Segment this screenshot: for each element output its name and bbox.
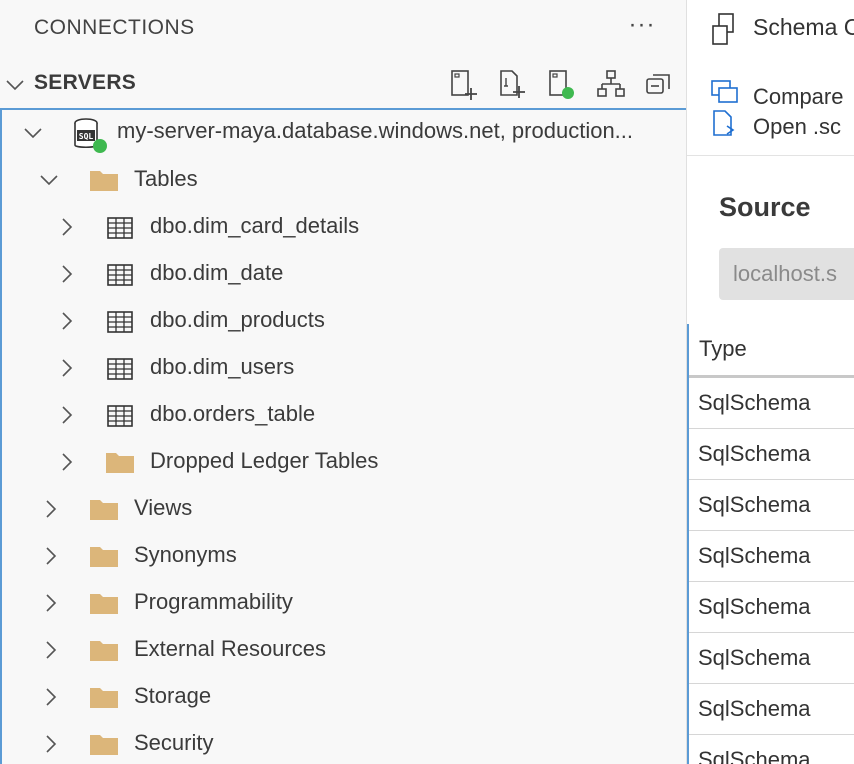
external-resources-folder-node[interactable]: External Resources <box>2 627 686 674</box>
source-field[interactable]: localhost.s <box>719 248 854 300</box>
synonyms-folder-node[interactable]: Synonyms <box>2 533 686 580</box>
servers-section-header[interactable]: SERVERS <box>0 60 686 108</box>
table-node[interactable]: dbo.dim_card_details <box>2 204 686 251</box>
results-grid: Type SqlSchema SqlSchema SqlSchema SqlSc… <box>687 324 854 764</box>
server-name: my-server-maya.database.windows.net, pro… <box>117 118 634 143</box>
table-row[interactable]: SqlSchema <box>689 582 854 633</box>
folder-icon <box>90 547 118 567</box>
chevron-right-icon <box>46 500 57 518</box>
chevron-right-icon <box>62 359 73 377</box>
folder-icon <box>90 688 118 708</box>
table-node[interactable]: dbo.dim_users <box>2 345 686 392</box>
dropped-ledger-tables-label: Dropped Ledger Tables <box>150 448 379 473</box>
dropped-ledger-tables-node[interactable]: Dropped Ledger Tables <box>2 439 686 486</box>
connections-sidebar: CONNECTIONS ··· SERVERS SQL my-server-ma… <box>0 0 686 764</box>
table-row[interactable]: SqlSchema <box>689 480 854 531</box>
compare-button[interactable]: Compare <box>753 84 843 110</box>
table-label: dbo.dim_users <box>150 354 295 379</box>
folder-icon <box>106 453 134 473</box>
table-row[interactable]: SqlSchema <box>689 633 854 684</box>
type-column-header: Type <box>699 336 747 361</box>
table-icon <box>107 264 133 286</box>
type-cell: SqlSchema <box>698 594 811 619</box>
table-label: dbo.dim_card_details <box>150 213 360 238</box>
table-label: dbo.dim_date <box>150 260 284 285</box>
table-icon <box>107 358 133 380</box>
server-node[interactable]: SQL my-server-maya.database.windows.net,… <box>2 110 686 157</box>
new-connection-icon[interactable] <box>447 68 479 100</box>
table-icon <box>107 405 133 427</box>
folder-label: Storage <box>134 683 212 708</box>
table-row[interactable]: SqlSchema <box>689 684 854 735</box>
type-cell: SqlSchema <box>698 441 811 466</box>
chevron-right-icon <box>62 406 73 424</box>
grid-header[interactable]: Type <box>689 324 854 378</box>
table-row[interactable]: SqlSchema <box>689 378 854 429</box>
group-icon[interactable] <box>595 68 627 100</box>
chevron-right-icon <box>46 735 57 753</box>
chevron-down-icon <box>40 175 58 186</box>
chevron-right-icon <box>62 312 73 330</box>
type-cell: SqlSchema <box>698 747 811 764</box>
chevron-right-icon <box>46 688 57 706</box>
folder-label: Security <box>134 730 214 755</box>
source-label: Source <box>719 192 811 222</box>
security-folder-node[interactable]: Security <box>2 721 686 764</box>
folder-icon <box>90 735 118 755</box>
storage-folder-node[interactable]: Storage <box>2 674 686 721</box>
programmability-folder-node[interactable]: Programmability <box>2 580 686 627</box>
chevron-right-icon <box>62 265 73 283</box>
table-row[interactable]: SqlSchema <box>689 429 854 480</box>
folder-icon <box>90 594 118 614</box>
chevron-right-icon <box>46 641 57 659</box>
tables-folder-label: Tables <box>134 166 198 191</box>
table-label: dbo.orders_table <box>150 401 316 426</box>
collapse-all-icon[interactable] <box>643 68 675 100</box>
type-cell: SqlSchema <box>698 492 811 517</box>
tables-folder-node[interactable]: Tables <box>2 157 686 204</box>
toolbar-divider <box>687 155 854 156</box>
type-cell: SqlSchema <box>698 645 811 670</box>
server-tree: SQL my-server-maya.database.windows.net,… <box>0 108 686 764</box>
table-node[interactable]: dbo.dim_products <box>2 298 686 345</box>
more-actions-button[interactable]: ··· <box>622 10 662 44</box>
svg-text:SQL: SQL <box>79 132 94 141</box>
chevron-right-icon <box>46 547 57 565</box>
chevron-right-icon <box>46 594 57 612</box>
folder-label: Views <box>134 495 193 520</box>
folder-icon <box>90 500 118 520</box>
open-scmp-icon[interactable] <box>709 108 741 138</box>
table-icon <box>107 311 133 333</box>
table-icon <box>107 217 133 239</box>
sql-server-icon: SQL <box>74 118 107 153</box>
chevron-down-icon <box>24 128 42 139</box>
type-cell: SqlSchema <box>698 543 811 568</box>
type-cell: SqlSchema <box>698 696 811 721</box>
schema-compare-title: Schema C <box>753 14 854 40</box>
table-node[interactable]: dbo.orders_table <box>2 392 686 439</box>
folder-icon <box>90 171 118 191</box>
type-cell: SqlSchema <box>698 390 811 415</box>
folder-label: Synonyms <box>134 542 237 567</box>
schema-compare-icon <box>712 13 734 45</box>
table-label: dbo.dim_products <box>150 307 325 332</box>
chevron-right-icon <box>62 218 73 236</box>
active-connections-icon[interactable] <box>545 68 577 100</box>
folder-label: Programmability <box>134 589 293 614</box>
schema-compare-panel: Schema C Compare Open .sc Source localho… <box>686 0 854 764</box>
folder-label: External Resources <box>134 636 326 661</box>
connections-header: CONNECTIONS ··· <box>0 0 686 56</box>
connections-title: CONNECTIONS <box>34 16 195 39</box>
chevron-right-icon <box>62 453 73 471</box>
views-folder-node[interactable]: Views <box>2 486 686 533</box>
compare-icon[interactable] <box>709 78 741 108</box>
servers-title: SERVERS <box>34 71 137 94</box>
folder-icon <box>90 641 118 661</box>
new-query-icon[interactable] <box>496 68 528 100</box>
chevron-down-icon <box>6 80 24 91</box>
table-row[interactable]: SqlSchema <box>689 531 854 582</box>
table-node[interactable]: dbo.dim_date <box>2 251 686 298</box>
table-row[interactable]: SqlSchema <box>689 735 854 764</box>
open-scmp-button[interactable]: Open .sc <box>753 114 841 140</box>
